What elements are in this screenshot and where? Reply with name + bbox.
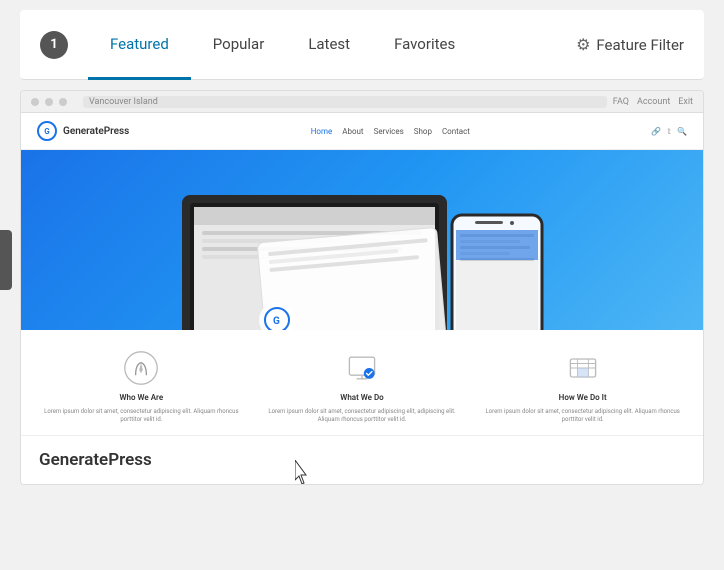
theme-preview-area: G GeneratePress Home About Services Shop… [21, 113, 703, 435]
browser-account-link: Account [637, 97, 670, 107]
browser-exit-link: Exit [678, 97, 693, 107]
gp-feature-how: How We Do It Lorem ipsum dolor sit amet,… [472, 350, 693, 425]
gp-nav-contact: Contact [442, 127, 470, 136]
tab-popular[interactable]: Popular [191, 11, 287, 80]
how-we-do-it-text: Lorem ipsum dolor sit amet, consectetur … [477, 408, 688, 425]
what-we-do-icon [342, 350, 382, 385]
what-we-do-text: Lorem ipsum dolor sit amet, consectetur … [257, 408, 468, 425]
hero-device-illustration: G [21, 150, 703, 330]
gp-icon-search: 🔍 [677, 127, 687, 136]
tab-favorites[interactable]: Favorites [372, 11, 477, 80]
gp-site-nav: Home About Services Shop Contact [311, 127, 470, 136]
gp-features-section: Who We Are Lorem ipsum dolor sit amet, c… [21, 330, 703, 435]
who-we-are-icon [121, 350, 161, 385]
gp-logo: G GeneratePress [37, 121, 129, 141]
gp-nav-about: About [342, 127, 363, 136]
feature-filter-label: Feature Filter [596, 36, 684, 54]
tab-step-number: 1 [40, 31, 68, 59]
browser-dot-1 [31, 98, 39, 106]
how-we-do-it-title: How We Do It [477, 393, 688, 402]
gp-icon-link: 🔗 [651, 127, 661, 136]
tab-latest[interactable]: Latest [286, 11, 372, 80]
gp-feature-who: Who We Are Lorem ipsum dolor sit amet, c… [31, 350, 252, 425]
gp-icon-twitter: 𝕥 [667, 127, 671, 136]
how-we-do-it-icon [563, 350, 603, 385]
browser-url-bar: Vancouver Island [83, 96, 607, 108]
browser-dot-3 [59, 98, 67, 106]
gp-nav-services: Services [374, 127, 404, 136]
tab-featured[interactable]: Featured [88, 11, 191, 80]
browser-dot-2 [45, 98, 53, 106]
browser-faq-link: FAQ [613, 97, 629, 107]
who-we-are-text: Lorem ipsum dolor sit amet, consectetur … [36, 408, 247, 425]
tab-navigation: Featured Popular Latest Favorites ⚙ Feat… [88, 11, 684, 79]
browser-chrome-bar: Vancouver Island FAQ Account Exit [21, 91, 703, 113]
theme-filter-tabs: 1 Featured Popular Latest Favorites ⚙ Fe… [20, 10, 704, 80]
browser-nav-icons: FAQ Account Exit [613, 97, 693, 107]
gp-feature-what: What We Do Lorem ipsum dolor sit amet, c… [252, 350, 473, 425]
gp-nav-social-icons: 🔗 𝕥 🔍 [651, 127, 687, 136]
gear-icon: ⚙ [576, 35, 590, 54]
theme-name: GeneratePress [39, 450, 685, 470]
who-we-are-title: Who We Are [36, 393, 247, 402]
feature-filter-button[interactable]: ⚙ Feature Filter [554, 11, 684, 78]
svg-text:G: G [273, 316, 280, 327]
gp-hero-section: G [21, 150, 703, 330]
gp-nav-shop: Shop [414, 127, 432, 136]
gp-nav-home: Home [311, 127, 333, 136]
theme-card-generatepress: Vancouver Island FAQ Account Exit G Gene… [20, 90, 704, 485]
gp-logo-icon: G [37, 121, 57, 141]
gp-site-header: G GeneratePress Home About Services Shop… [21, 113, 703, 150]
left-scroll-handle[interactable] [0, 230, 12, 290]
what-we-do-title: What We Do [257, 393, 468, 402]
theme-card-footer: GeneratePress [21, 435, 703, 484]
gp-logo-text: GeneratePress [63, 126, 129, 137]
